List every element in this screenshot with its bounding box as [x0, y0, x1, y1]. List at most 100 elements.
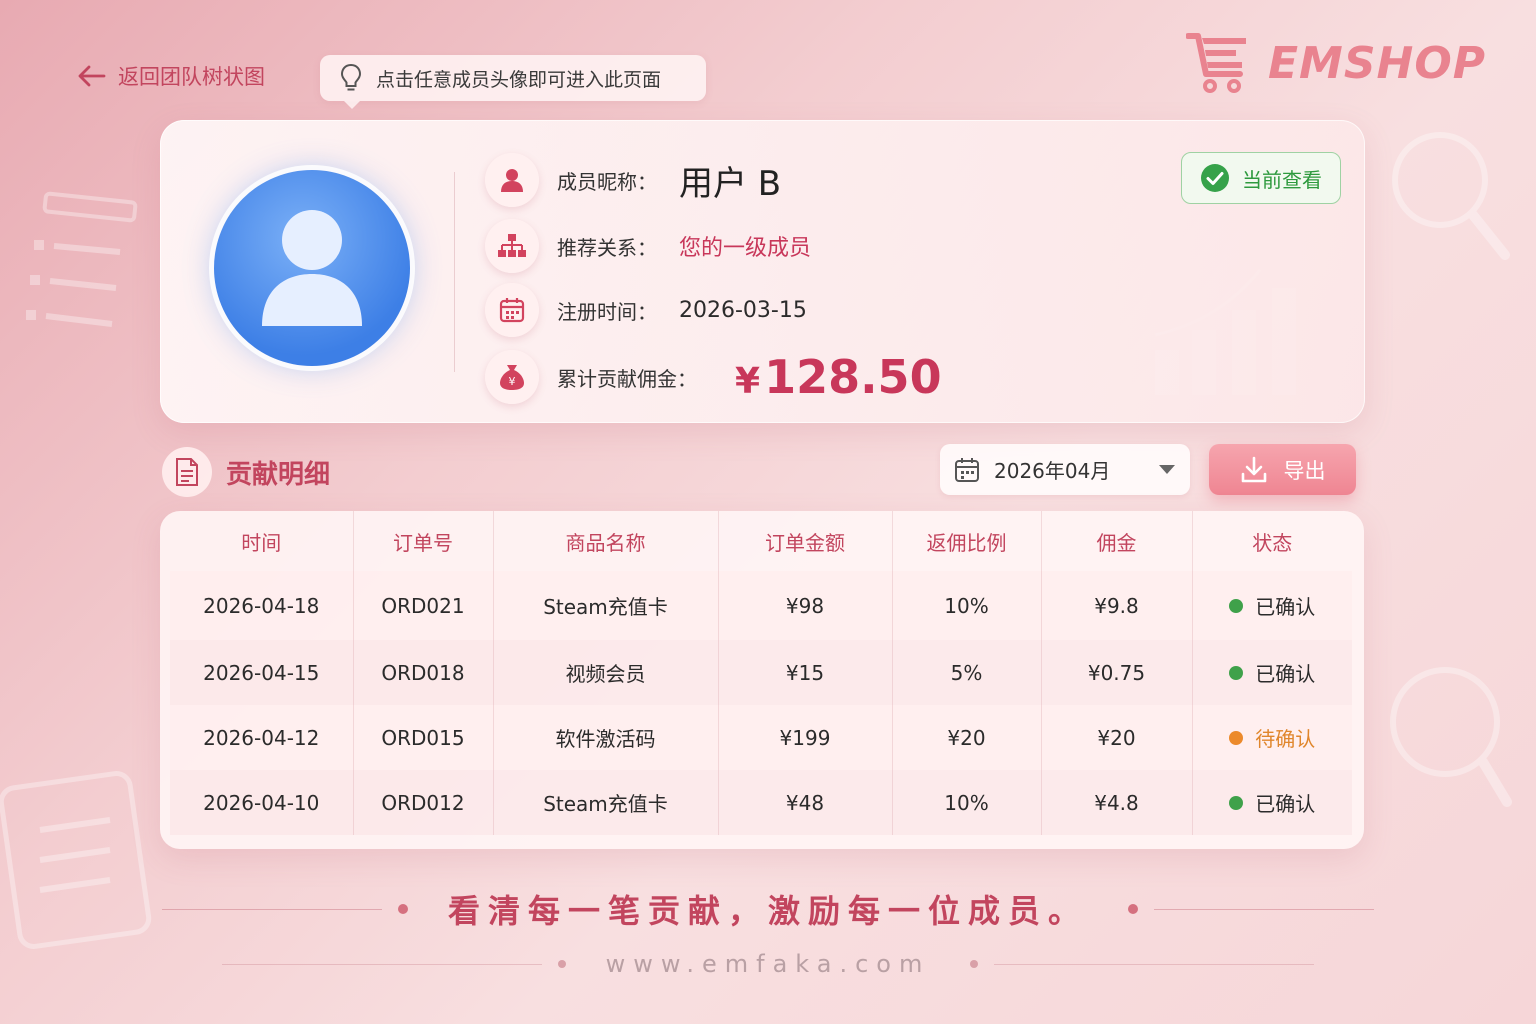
- section-title-text: 贡献明细: [226, 459, 331, 490]
- background-magnifier-icon: [1392, 132, 1510, 260]
- table-cell: ¥9.8: [1041, 571, 1193, 640]
- status-badge: 待确认: [1229, 723, 1315, 752]
- brand-logo: EMSHOP: [1185, 28, 1486, 98]
- register-value: 2026-03-15: [679, 297, 807, 323]
- commission-currency: ¥: [735, 361, 761, 402]
- table-cell: Steam充值卡: [493, 571, 719, 640]
- status-text: 待确认: [1255, 727, 1316, 751]
- commission-label: 累计贡献佣金：: [557, 366, 697, 391]
- table-cell: ¥4.8: [1041, 770, 1193, 835]
- member-avatar[interactable]: [214, 170, 410, 366]
- slogan: 看清每一笔贡献，激励每一位成员。: [0, 884, 1536, 934]
- money-bag-icon: ¥: [485, 350, 539, 404]
- table-cell: 已确认: [1192, 571, 1352, 640]
- tip-bubble: 点击任意成员头像即可进入此页面: [320, 55, 706, 109]
- column-header: 状态: [1252, 530, 1293, 555]
- table-row: 2026-04-18 ORD021 Steam充值卡 ¥98 10% ¥9.8 已确认: [170, 571, 1352, 640]
- url-dot: [557, 960, 566, 968]
- svg-text:¥: ¥: [509, 375, 516, 388]
- profile-divider: [454, 172, 455, 372]
- table-cell: 2026-04-15: [170, 640, 354, 705]
- table-cell: 2026-04-10: [170, 770, 354, 835]
- status-text: 已确认: [1255, 792, 1316, 816]
- table-cell: 10%: [892, 770, 1042, 835]
- slogan-line: [1154, 908, 1374, 910]
- url-dot: [970, 960, 979, 968]
- table-cell: ¥0.75: [1041, 640, 1193, 705]
- status-dot-icon: [1229, 598, 1244, 613]
- status-badge: 已确认: [1229, 788, 1315, 817]
- nickname-value: 用户 B: [679, 163, 782, 204]
- status-badge: 已确认: [1229, 591, 1315, 620]
- badge-label: 当前查看: [1242, 167, 1322, 192]
- back-to-team-tree-link[interactable]: 返回团队树状图: [76, 58, 265, 94]
- table-cell: ORD021: [353, 571, 494, 640]
- column-header: 订单金额: [718, 511, 893, 571]
- month-select[interactable]: 2026年04月: [940, 444, 1190, 495]
- calendar-icon: [955, 457, 979, 482]
- tip-text: 点击任意成员头像即可进入此页面: [376, 68, 662, 91]
- document-icon: [162, 447, 212, 497]
- table-cell: Steam充值卡: [493, 770, 719, 835]
- status-text: 已确认: [1255, 595, 1316, 619]
- slogan-dot: [397, 904, 408, 914]
- check-circle-icon: [1201, 164, 1229, 192]
- contribution-table-card: 时间 订单号 商品名称 订单金额 返佣比例 佣金 状态 2026-04-18 OR…: [160, 511, 1364, 849]
- table-cell: ¥15: [718, 640, 893, 705]
- table-cell: ¥20: [1041, 705, 1193, 770]
- column-header: 佣金: [1041, 511, 1193, 571]
- commission-value: ¥128.50: [735, 350, 942, 404]
- slogan-line: [161, 908, 382, 910]
- url-line: [994, 963, 1315, 965]
- url-line: [221, 963, 542, 965]
- table-cell: ¥199: [718, 705, 893, 770]
- table-cell: 2026-04-18: [170, 571, 354, 640]
- shopping-cart-icon: [1185, 33, 1246, 93]
- table-cell: ¥98: [718, 571, 893, 640]
- slogan-text: 看清每一笔贡献，激励每一位成员。: [447, 892, 1088, 930]
- relation-row: 推荐关系： 您的一级成员: [485, 219, 811, 273]
- table-cell: ORD018: [353, 640, 494, 705]
- nickname-label: 成员昵称：: [557, 169, 657, 194]
- org-tree-icon: [485, 219, 539, 273]
- table-cell: ORD012: [353, 770, 494, 835]
- table-cell: ORD015: [353, 705, 494, 770]
- table-cell: 待确认: [1192, 705, 1352, 770]
- member-profile-card: 成员昵称： 用户 B 推荐关系： 您的一级成员 注册时间： 2026-03-15…: [160, 120, 1365, 423]
- background-magnifier-icon: [1390, 667, 1512, 807]
- column-header: 返佣比例: [892, 511, 1042, 571]
- table-cell: ¥20: [892, 705, 1042, 770]
- month-select-value: 2026年04月: [994, 459, 1111, 483]
- download-icon: [1241, 456, 1266, 482]
- table-row: 2026-04-15 ORD018 视频会员 ¥15 5% ¥0.75 已确认: [170, 640, 1352, 705]
- commission-row: ¥ 累计贡献佣金： ¥128.50: [485, 350, 942, 404]
- table-row: 2026-04-10 ORD012 Steam充值卡 ¥48 10% ¥4.8 已确认: [170, 770, 1352, 835]
- column-header: 商品名称: [493, 511, 719, 571]
- table-cell: 视频会员: [493, 640, 719, 705]
- relation-label: 推荐关系：: [557, 235, 657, 260]
- status-dot-icon: [1229, 795, 1244, 810]
- back-link-label: 返回团队树状图: [118, 65, 265, 89]
- export-button[interactable]: 导出: [1209, 444, 1356, 495]
- table-cell: ¥48: [718, 770, 893, 835]
- column-header: 订单号: [353, 511, 494, 571]
- lightbulb-icon: [340, 63, 362, 91]
- register-row: 注册时间： 2026-03-15: [485, 283, 807, 337]
- user-silhouette-icon: [262, 210, 362, 326]
- nickname-row: 成员昵称： 用户 B: [485, 153, 781, 207]
- site-url-text: www.emfaka.com: [605, 950, 931, 978]
- table-cell: 软件激活码: [493, 705, 719, 770]
- register-label: 注册时间：: [557, 299, 657, 324]
- caret-down-icon: [1159, 464, 1175, 474]
- table-cell: 2026-04-12: [170, 705, 354, 770]
- column-header: 时间: [170, 511, 354, 571]
- commission-amount: 128.50: [764, 350, 942, 404]
- person-icon: [485, 153, 539, 207]
- relation-value: 您的一级成员: [679, 236, 812, 261]
- table-row: 2026-04-12 ORD015 软件激活码 ¥199 ¥20 ¥20 待确认: [170, 705, 1352, 770]
- table-cell: 已确认: [1192, 640, 1352, 705]
- background-list-icon: [26, 191, 138, 327]
- status-badge: 已确认: [1229, 658, 1315, 687]
- status-dot-icon: [1229, 730, 1244, 745]
- contribution-table: 时间 订单号 商品名称 订单金额 返佣比例 佣金 状态 2026-04-18 OR…: [170, 511, 1352, 835]
